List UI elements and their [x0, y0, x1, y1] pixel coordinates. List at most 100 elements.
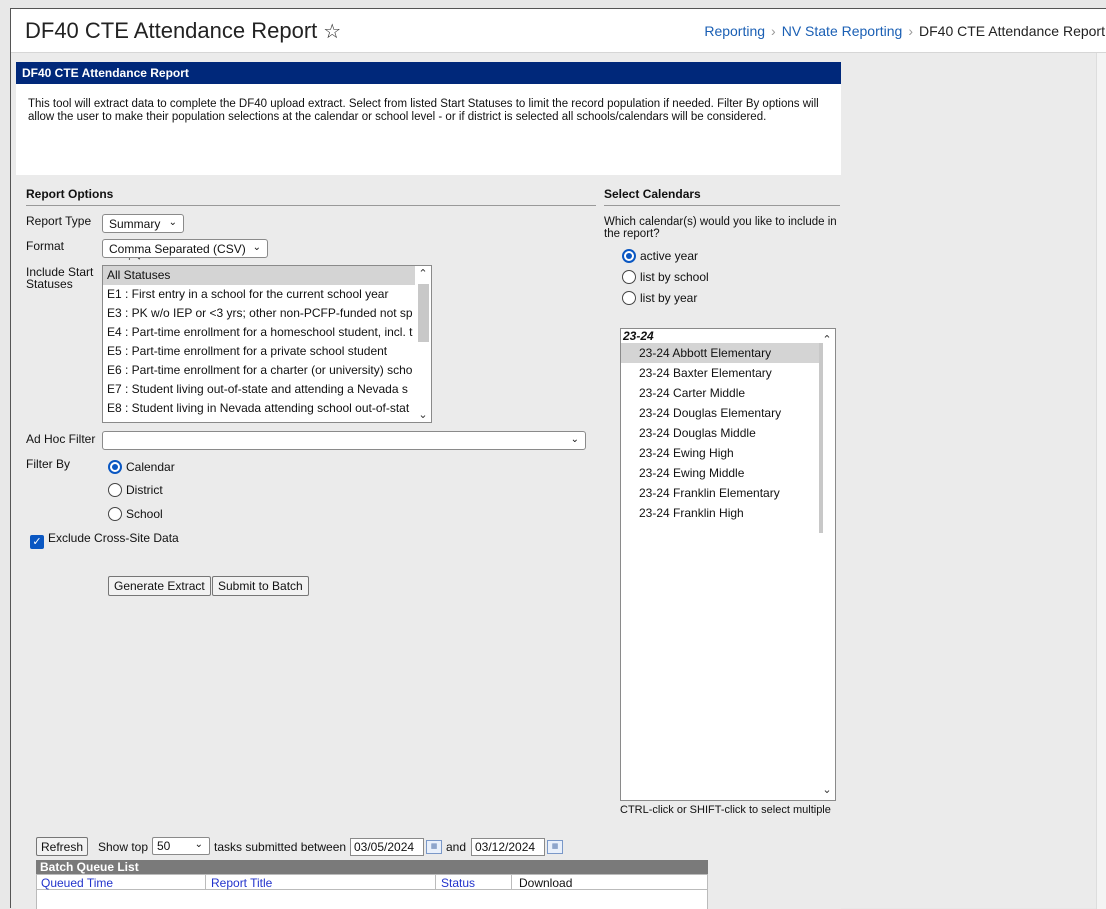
- list-item[interactable]: E5 : Part-time enrollment for a private …: [103, 342, 431, 361]
- calendar-item[interactable]: 23-24 Franklin High: [621, 503, 819, 523]
- report-description: This tool will extract data to complete …: [16, 84, 841, 175]
- start-status-listbox[interactable]: All Statuses E1 : First entry in a schoo…: [102, 265, 432, 423]
- filter-by-calendar-label: Calendar: [126, 460, 175, 474]
- ad-hoc-filter-select[interactable]: ⌄: [102, 431, 586, 450]
- batch-queue-body: [36, 890, 708, 909]
- calendar-mode-active-year[interactable]: active year: [622, 249, 698, 263]
- list-item[interactable]: E7 : Student living out-of-state and att…: [103, 380, 431, 399]
- calendar-item[interactable]: 23-24 Franklin Elementary: [621, 483, 819, 503]
- filter-by-calendar[interactable]: Calendar: [108, 460, 175, 474]
- filter-by-district-label: District: [126, 483, 163, 497]
- list-item[interactable]: E1 : First entry in a school for the cur…: [103, 285, 431, 304]
- filter-by-label: Filter By: [26, 457, 71, 471]
- list-item[interactable]: E6 : Part-time enrollment for a charter …: [103, 361, 431, 380]
- chevron-down-icon: ⌄: [194, 839, 203, 850]
- chevron-down-icon: ⌄: [168, 217, 177, 228]
- tasks-between-label: tasks submitted between: [214, 840, 347, 854]
- column-divider: [511, 875, 512, 889]
- breadcrumb-reporting[interactable]: Reporting: [704, 23, 765, 39]
- chevron-down-icon[interactable]: ⌄: [819, 783, 835, 796]
- chevron-down-icon: ⌄: [570, 434, 579, 445]
- app-frame: DF40 CTE Attendance Report ☆ Reporting › NV…: [10, 8, 1106, 909]
- format-label: Format: [26, 239, 65, 253]
- column-queued-time[interactable]: Queued Time: [41, 876, 113, 890]
- report-title-bar: DF40 CTE Attendance Report: [16, 62, 841, 84]
- page-header: DF40 CTE Attendance Report ☆ Reporting › NV…: [11, 9, 1106, 53]
- calendar-item[interactable]: 23-24 Baxter Elementary: [621, 363, 819, 383]
- calendar-icon[interactable]: ▦: [547, 840, 563, 854]
- radio-selected-icon[interactable]: [622, 249, 636, 263]
- radio-icon[interactable]: [622, 291, 636, 305]
- filter-by-district[interactable]: District: [108, 483, 163, 497]
- column-report-title[interactable]: Report Title: [211, 876, 272, 890]
- calendar-listbox[interactable]: 23-24 23-24 Abbott Elementary 23-24 Baxt…: [620, 328, 836, 801]
- calendar-item[interactable]: 23-24 Carter Middle: [621, 383, 819, 403]
- refresh-button[interactable]: Refresh: [36, 837, 89, 856]
- start-date-input[interactable]: 03/05/2024: [350, 838, 424, 856]
- chevron-up-icon[interactable]: ⌃: [415, 267, 431, 280]
- calendar-item[interactable]: 23-24 Ewing High: [621, 443, 819, 463]
- page-scrollbar[interactable]: [1096, 53, 1106, 909]
- and-label: and: [446, 840, 467, 854]
- exclude-cross-site-checkbox[interactable]: ✓ Exclude Cross-Site Data: [30, 531, 179, 549]
- calendar-icon[interactable]: ▦: [426, 840, 442, 854]
- ad-hoc-filter-label: Ad Hoc Filter: [26, 432, 96, 446]
- breadcrumb: Reporting › NV State Reporting › DF40 CTE At…: [704, 23, 1105, 39]
- calendar-item[interactable]: 23-24 Douglas Elementary: [621, 403, 819, 423]
- page-title-text: DF40 CTE Attendance Report: [25, 18, 318, 43]
- active-year-label: active year: [640, 249, 699, 263]
- batch-queue-columns: Queued Time Report Title Status Download: [36, 874, 708, 890]
- format-value: Comma Separated (CSV): [109, 242, 246, 256]
- filter-by-school[interactable]: School: [108, 507, 163, 521]
- radio-icon[interactable]: [108, 507, 122, 521]
- list-item[interactable]: All Statuses: [103, 266, 431, 285]
- breadcrumb-current: DF40 CTE Attendance Report: [919, 23, 1105, 39]
- report-options-title: Report Options: [26, 187, 114, 201]
- list-item[interactable]: E4 : Part-time enrollment for a homescho…: [103, 323, 431, 342]
- show-top-select[interactable]: 50 ⌄: [152, 837, 210, 855]
- checkmark-icon[interactable]: ✓: [30, 535, 44, 549]
- chevron-right-icon: ›: [908, 23, 913, 39]
- chevron-down-icon[interactable]: ⌄: [415, 408, 431, 421]
- start-status-label: Include Start Statuses: [26, 265, 94, 291]
- batch-queue-title: Batch Queue List: [36, 860, 708, 874]
- calendar-select-hint: CTRL-click or SHIFT-click to select mult…: [620, 804, 831, 816]
- radio-selected-icon[interactable]: [108, 460, 122, 474]
- calendar-item[interactable]: 23-24 Abbott Elementary: [621, 343, 819, 363]
- calendar-item[interactable]: 23-24 Douglas Middle: [621, 423, 819, 443]
- submit-to-batch-button[interactable]: Submit to Batch: [212, 576, 309, 596]
- radio-icon[interactable]: [108, 483, 122, 497]
- column-status[interactable]: Status: [441, 876, 475, 890]
- chevron-right-icon: ›: [771, 23, 776, 39]
- chevron-down-icon: ⌄: [252, 242, 261, 253]
- list-item[interactable]: E8 : Student living in Nevada attending …: [103, 399, 431, 418]
- format-select[interactable]: Comma Separated (CSV) ⌄: [102, 239, 268, 258]
- report-options-divider: [26, 205, 596, 206]
- list-item[interactable]: E3 : PK w/o IEP or <3 yrs; other non-PCF…: [103, 304, 431, 323]
- list-by-year-label: list by year: [640, 291, 698, 305]
- report-type-label: Report Type: [26, 214, 92, 228]
- report-panel: DF40 CTE Attendance Report This tool wil…: [16, 62, 841, 909]
- report-type-select[interactable]: Summary ⌄: [102, 214, 184, 233]
- generate-extract-button[interactable]: Generate Extract: [108, 576, 211, 596]
- end-date-input[interactable]: 03/12/2024: [471, 838, 545, 856]
- select-calendars-divider: [604, 205, 840, 206]
- radio-icon[interactable]: [622, 270, 636, 284]
- start-status-scrollbar[interactable]: ⌃ ⌄: [415, 266, 431, 422]
- calendar-group-label: 23-24: [623, 329, 654, 343]
- calendar-question: Which calendar(s) would you like to incl…: [604, 216, 837, 240]
- calendar-scrollbar[interactable]: ⌃ ⌄: [819, 329, 835, 800]
- calendar-mode-list-by-year[interactable]: list by year: [622, 291, 697, 305]
- scroll-thumb[interactable]: [418, 284, 429, 342]
- show-top-value: 50: [157, 839, 171, 853]
- page-title: DF40 CTE Attendance Report ☆: [25, 18, 341, 44]
- report-type-value: Summary: [109, 217, 161, 231]
- scroll-thumb[interactable]: [819, 343, 823, 533]
- calendar-item[interactable]: 23-24 Ewing Middle: [621, 463, 819, 483]
- select-calendars-title: Select Calendars: [604, 187, 701, 201]
- filter-by-school-label: School: [126, 507, 163, 521]
- column-divider: [435, 875, 436, 889]
- star-icon[interactable]: ☆: [323, 19, 341, 44]
- calendar-mode-list-by-school[interactable]: list by school: [622, 270, 709, 284]
- breadcrumb-nv-state-reporting[interactable]: NV State Reporting: [782, 23, 903, 39]
